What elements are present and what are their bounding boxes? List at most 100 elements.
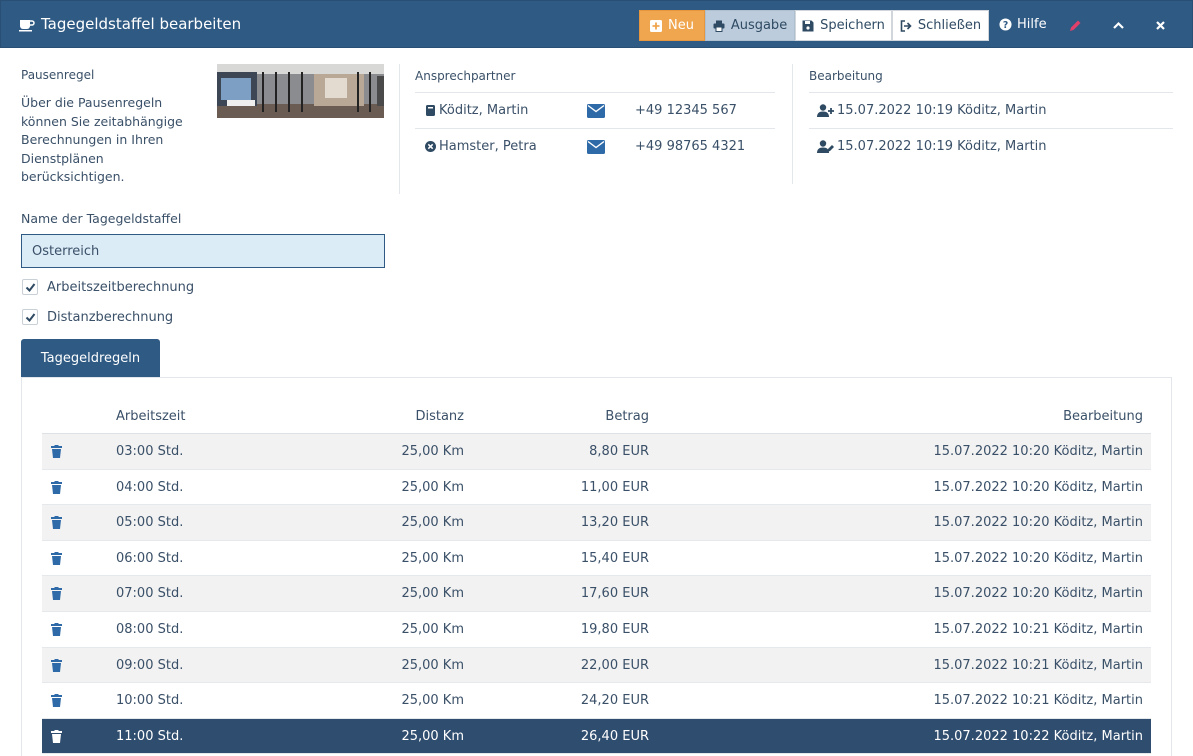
- checkbox-box[interactable]: [22, 309, 38, 325]
- edit-history-entry: 15.07.2022 10:19 Köditz, Martin: [809, 128, 1173, 164]
- edit-history-text: 15.07.2022 10:19 Köditz, Martin: [837, 103, 1047, 118]
- close-window-button[interactable]: [1152, 17, 1168, 33]
- cell-betrag: 8,80 EUR: [589, 444, 649, 459]
- contact-row: Köditz, Martin +49 12345 567: [415, 92, 775, 128]
- pause-rule-heading: Pausenregel: [21, 68, 95, 82]
- contact-section: Ansprechpartner Köditz, Martin +49 12345…: [399, 64, 775, 194]
- cell-betrag: 22,00 EUR: [580, 657, 649, 673]
- pause-rule-section: Pausenregel Über die Pausenregeln können…: [21, 68, 196, 187]
- cell-bearbeitung: 15.07.2022 10:21 Köditz, Martin: [933, 693, 1143, 709]
- cell-arbeitszeit: 04:00 Std.: [116, 479, 184, 495]
- trash-icon[interactable]: [51, 445, 62, 458]
- column-header-bearbeitung[interactable]: Bearbeitung: [1063, 409, 1143, 424]
- checkbox-box[interactable]: [22, 279, 38, 295]
- floppy-disk-icon: [802, 20, 814, 31]
- trash-icon[interactable]: [51, 480, 62, 494]
- table-row[interactable]: 04:00 Std. 25,00 Km 11,00 EUR 15.07.2022…: [42, 470, 1151, 506]
- help-button[interactable]: ? Hilfe: [999, 17, 1047, 32]
- cell-arbeitszeit: 05:00 Std.: [116, 515, 184, 531]
- cell-distanz: 25,00 Km: [401, 479, 464, 495]
- table-row[interactable]: 03:00 Std. 25,00 Km 8,80 EUR 15.07.2022 …: [42, 434, 1151, 470]
- table-row[interactable]: 09:00 Std. 25,00 Km 22,00 EUR 15.07.2022…: [42, 647, 1151, 684]
- edit-history-entry: 15.07.2022 10:19 Köditz, Martin: [809, 92, 1173, 128]
- office-image: [217, 64, 384, 118]
- print-button[interactable]: Ausgabe: [705, 10, 795, 41]
- cell-distanz: 25,00 Km: [401, 693, 464, 709]
- window-title: Tagegeldstaffel bearbeiten: [19, 15, 241, 33]
- cell-arbeitszeit: 11:00 Std.: [116, 728, 184, 744]
- edit-history-section: Bearbeitung 15.07.2022 10:19 Köditz, Mar…: [792, 64, 1173, 184]
- save-button[interactable]: Speichern: [795, 10, 892, 41]
- trash-icon[interactable]: [51, 694, 62, 708]
- contact-name-text: Köditz, Martin: [439, 103, 529, 118]
- name-field-label: Name der Tagegeldstaffel: [21, 211, 182, 226]
- name-field[interactable]: [21, 234, 385, 268]
- table-row-selected[interactable]: 11:00 Std. 25,00 Km 26,40 EUR 15.07.2022…: [42, 718, 1151, 755]
- column-header-arbeitszeit[interactable]: Arbeitszeit: [116, 409, 186, 424]
- cell-betrag: 19,80 EUR: [580, 622, 649, 637]
- new-button-label: Neu: [668, 18, 694, 33]
- window-title-text: Tagegeldstaffel bearbeiten: [41, 15, 242, 33]
- trash-icon[interactable]: [51, 551, 62, 565]
- contact-row: Hamster, Petra +49 98765 4321: [415, 128, 775, 164]
- cell-betrag: 15,40 EUR: [580, 550, 649, 566]
- tab-tagegeldregeln[interactable]: Tagegeldregeln: [21, 339, 160, 377]
- close-button-label: Schließen: [917, 18, 982, 33]
- plus-square-icon: [650, 19, 663, 32]
- trash-icon[interactable]: [51, 729, 62, 743]
- cell-bearbeitung: 15.07.2022 10:20 Köditz, Martin: [933, 586, 1143, 602]
- cell-bearbeitung: 15.07.2022 10:20 Köditz, Martin: [933, 444, 1143, 459]
- cell-bearbeitung: 15.07.2022 10:21 Köditz, Martin: [933, 657, 1143, 673]
- contact-phone[interactable]: +49 12345 567: [635, 103, 737, 118]
- svg-text:?: ?: [1003, 20, 1008, 31]
- close-icon: [1155, 20, 1165, 30]
- checkmark-icon: [25, 312, 35, 322]
- new-button[interactable]: Neu: [639, 10, 705, 41]
- column-header-betrag[interactable]: Betrag: [605, 409, 649, 424]
- trash-icon[interactable]: [51, 658, 62, 672]
- cell-arbeitszeit: 07:00 Std.: [116, 586, 184, 602]
- circle-x-icon: [425, 141, 436, 152]
- printer-icon: [713, 20, 725, 32]
- table-row[interactable]: 10:00 Std. 25,00 Km 24,20 EUR 15.07.2022…: [42, 683, 1151, 719]
- checkbox-distanz[interactable]: Distanzberechnung: [22, 309, 173, 325]
- trash-icon[interactable]: [51, 623, 62, 636]
- contact-name[interactable]: Hamster, Petra: [425, 139, 537, 154]
- pencil-icon: [1069, 20, 1080, 31]
- office-photo: [217, 64, 384, 118]
- trash-icon[interactable]: [51, 587, 62, 601]
- checkbox-label: Distanzberechnung: [47, 309, 174, 325]
- cell-bearbeitung: 15.07.2022 10:20 Köditz, Martin: [933, 479, 1143, 495]
- column-header-distanz[interactable]: Distanz: [415, 409, 464, 424]
- close-button[interactable]: Schließen: [892, 10, 989, 41]
- cell-betrag: 26,40 EUR: [580, 728, 649, 744]
- cell-distanz: 25,00 Km: [401, 657, 464, 673]
- help-button-label: Hilfe: [1017, 17, 1047, 32]
- table-row[interactable]: 05:00 Std. 25,00 Km 13,20 EUR 15.07.2022…: [42, 505, 1151, 541]
- sign-out-icon: [900, 19, 912, 32]
- address-book-icon: [426, 105, 435, 116]
- cell-bearbeitung: 15.07.2022 10:22 Köditz, Martin: [933, 728, 1143, 744]
- trash-icon[interactable]: [51, 516, 62, 530]
- cell-distanz: 25,00 Km: [401, 586, 464, 602]
- user-plus-icon: [817, 104, 834, 117]
- envelope-icon[interactable]: [587, 103, 605, 118]
- contact-phone[interactable]: +49 98765 4321: [635, 139, 745, 154]
- cell-bearbeitung: 15.07.2022 10:21 Köditz, Martin: [933, 622, 1143, 637]
- table-row[interactable]: 07:00 Std. 25,00 Km 17,60 EUR 15.07.2022…: [42, 576, 1151, 612]
- table-row[interactable]: 06:00 Std. 25,00 Km 15,40 EUR 15.07.2022…: [42, 541, 1151, 577]
- cell-arbeitszeit: 08:00 Std.: [116, 622, 184, 637]
- cell-bearbeitung: 15.07.2022 10:20 Köditz, Martin: [933, 550, 1143, 566]
- collapse-button[interactable]: [1110, 17, 1126, 33]
- cell-arbeitszeit: 06:00 Std.: [116, 550, 184, 566]
- checkbox-arbeitszeit[interactable]: Arbeitszeitberechnung: [22, 279, 194, 295]
- save-button-label: Speichern: [820, 18, 885, 33]
- table-row[interactable]: 08:00 Std. 25,00 Km 19,80 EUR 15.07.2022…: [42, 612, 1151, 648]
- envelope-icon[interactable]: [587, 139, 605, 154]
- checkbox-label: Arbeitszeitberechnung: [47, 279, 195, 295]
- cell-arbeitszeit: 09:00 Std.: [116, 657, 184, 673]
- edit-pencil-button[interactable]: [1067, 17, 1083, 33]
- coffee-cup-icon: [19, 20, 35, 32]
- contact-name[interactable]: Köditz, Martin: [425, 103, 528, 118]
- contact-name-text: Hamster, Petra: [439, 139, 537, 154]
